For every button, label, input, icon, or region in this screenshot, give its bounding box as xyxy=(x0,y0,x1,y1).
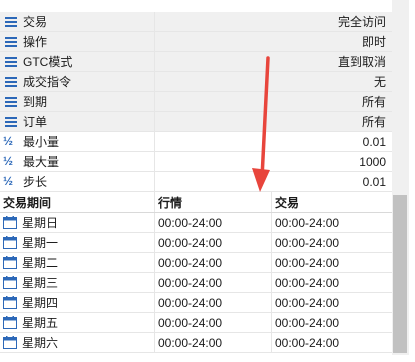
calendar-icon xyxy=(3,236,22,249)
schedule-quotes-cell: 00:00-24:00 xyxy=(155,233,272,252)
schedule-day-cell: 星期三 xyxy=(0,273,155,292)
list-icon xyxy=(0,15,23,29)
schedule-trade-cell: 00:00-24:00 xyxy=(275,215,340,230)
property-label: 操作 xyxy=(23,35,48,49)
schedule-row[interactable]: 星期六 00:00-24:00 00:00-24:00 xyxy=(0,333,392,353)
schedule-header: 交易期间 行情 交易 xyxy=(0,192,392,213)
half-icon: ½ xyxy=(3,174,14,188)
schedule-day-label: 星期二 xyxy=(22,256,59,270)
schedule-row[interactable]: 星期五 00:00-24:00 00:00-24:00 xyxy=(0,313,392,333)
property-name-cell: 订单 xyxy=(0,112,155,131)
symbol-properties-panel: 交易 完全访问 操作 即时 GTC模式 直到取消 成交指令无到期 所有 订单 所有 ½ 最小量 0.01… xyxy=(0,0,392,355)
property-label: 步长 xyxy=(23,175,48,189)
property-row[interactable]: ½ 步长 0.01 xyxy=(0,172,392,192)
calendar-icon xyxy=(3,256,22,269)
property-name-cell: 成交指令 xyxy=(0,72,155,91)
schedule-row[interactable]: 星期二 00:00-24:00 00:00-24:00 xyxy=(0,253,392,273)
schedule-quotes-cell: 00:00-24:00 xyxy=(155,313,272,332)
property-value: 1000 xyxy=(359,154,386,169)
schedule-row[interactable]: 星期四 00:00-24:00 00:00-24:00 xyxy=(0,293,392,313)
vertical-scrollbar[interactable] xyxy=(392,0,409,355)
property-value: 直到取消 xyxy=(337,55,386,69)
calendar-icon xyxy=(3,296,22,309)
property-name-cell: ½ 步长 xyxy=(0,172,155,191)
schedule-trade-cell: 00:00-24:00 xyxy=(275,235,340,250)
calendar-icon xyxy=(3,276,22,289)
property-row[interactable]: 成交指令 无 xyxy=(0,72,392,92)
property-label: 最小量 xyxy=(23,135,60,149)
schedule-quotes-cell: 00:00-24:00 xyxy=(155,253,272,272)
header-trade[interactable]: 交易 xyxy=(272,192,392,212)
half-icon: ½ xyxy=(3,154,14,168)
schedule-day-cell: 星期四 xyxy=(0,293,155,312)
calendar-icon xyxy=(3,216,22,229)
calendar-icon xyxy=(3,336,22,349)
property-label: 订单 xyxy=(23,115,48,129)
list-icon xyxy=(0,115,23,129)
schedule-quotes-cell: 00:00-24:00 xyxy=(155,273,272,292)
schedule-day-cell: 星期二 xyxy=(0,253,155,272)
schedule-day-cell: 星期五 xyxy=(0,313,155,332)
list-icon xyxy=(0,55,23,69)
property-name-cell: ½ 最大量 xyxy=(0,152,155,171)
property-value: 所有 xyxy=(361,115,386,129)
list-icon xyxy=(0,95,23,109)
schedule-quotes-cell: 00:00-24:00 xyxy=(155,213,272,232)
schedule-trade-cell: 00:00-24:00 xyxy=(275,335,340,350)
schedule-quotes-cell: 00:00-24:00 xyxy=(155,293,272,312)
property-label: 成交指令 xyxy=(23,75,72,89)
property-name-cell: 到期 xyxy=(0,92,155,111)
schedule-day-label: 星期四 xyxy=(22,296,59,310)
schedule-day-cell: 星期日 xyxy=(0,213,155,232)
property-value: 完全访问 xyxy=(337,15,386,29)
property-row[interactable]: 交易 完全访问 xyxy=(0,12,392,32)
schedule-day-label: 星期一 xyxy=(22,236,59,250)
property-row[interactable]: ½ 最大量 1000 xyxy=(0,152,392,172)
schedule-day-label: 星期五 xyxy=(22,316,59,330)
schedule-trade-cell: 00:00-24:00 xyxy=(275,295,340,310)
schedule-trade-cell: 00:00-24:00 xyxy=(275,315,340,330)
header-trading-period[interactable]: 交易期间 xyxy=(0,192,155,212)
property-row[interactable]: 操作 即时 xyxy=(0,32,392,52)
half-icon: ½ xyxy=(3,134,14,148)
property-row[interactable]: 到期 所有 xyxy=(0,92,392,112)
property-row[interactable]: GTC模式 直到取消 xyxy=(0,52,392,72)
property-value: 所有 xyxy=(361,95,386,109)
property-label: 到期 xyxy=(23,95,48,109)
calendar-icon xyxy=(3,316,22,329)
property-name-cell: 操作 xyxy=(0,32,155,51)
property-row[interactable]: ½ 最小量 0.01 xyxy=(0,132,392,152)
property-label: 最大量 xyxy=(23,155,60,169)
property-name-cell: GTC模式 xyxy=(0,52,155,71)
property-label: GTC模式 xyxy=(23,55,73,69)
schedule-day-cell: 星期六 xyxy=(0,333,155,352)
property-name-cell: ½ 最小量 xyxy=(0,132,155,151)
schedule-day-label: 星期日 xyxy=(22,216,59,230)
schedule-row[interactable]: 星期日 00:00-24:00 00:00-24:00 xyxy=(0,213,392,233)
property-value: 即时 xyxy=(361,35,386,49)
schedule-trade-cell: 00:00-24:00 xyxy=(275,255,340,270)
schedule-trade-cell: 00:00-24:00 xyxy=(275,275,340,290)
property-row[interactable]: 订单 所有 xyxy=(0,112,392,132)
property-value: 0.01 xyxy=(362,174,386,189)
header-quotes[interactable]: 行情 xyxy=(155,192,272,212)
property-name-cell: 交易 xyxy=(0,12,155,31)
list-icon xyxy=(0,35,23,49)
schedule-day-cell: 星期一 xyxy=(0,233,155,252)
schedule-row[interactable]: 星期三 00:00-24:00 00:00-24:00 xyxy=(0,273,392,293)
property-label: 交易 xyxy=(23,15,48,29)
property-value: 无 xyxy=(373,75,386,89)
schedule-quotes-cell: 00:00-24:00 xyxy=(155,333,272,352)
list-icon xyxy=(0,75,23,89)
schedule-row[interactable]: 星期一 00:00-24:00 00:00-24:00 xyxy=(0,233,392,253)
schedule-day-label: 星期六 xyxy=(22,336,59,350)
property-value: 0.01 xyxy=(362,134,386,149)
scrollbar-thumb[interactable] xyxy=(393,195,407,353)
schedule-day-label: 星期三 xyxy=(22,276,59,290)
